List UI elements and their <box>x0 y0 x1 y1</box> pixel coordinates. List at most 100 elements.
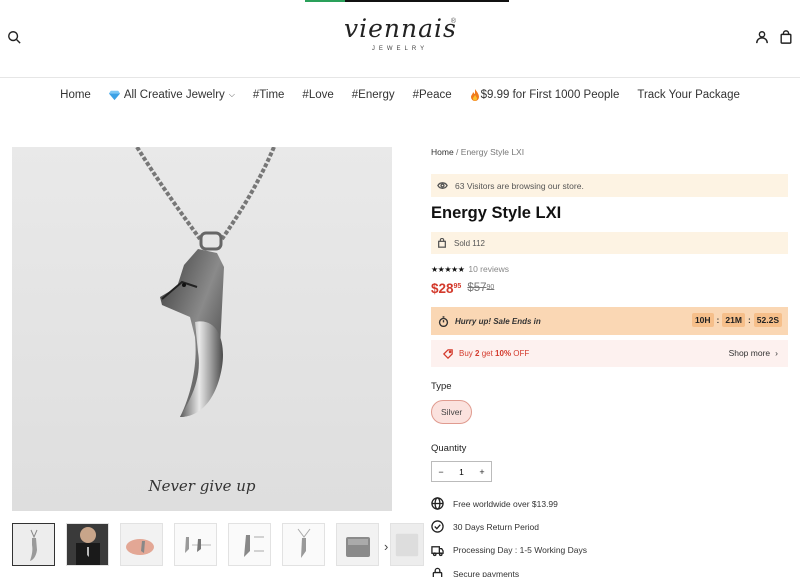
feature-secure-payments: Secure payments <box>431 562 788 577</box>
sale-price: $2895 <box>431 281 461 296</box>
logo-wordmark: viennais <box>344 14 457 43</box>
truck-icon <box>431 545 444 556</box>
image-caption: Never give up <box>148 477 256 495</box>
lock-icon <box>432 567 443 577</box>
nav-label: #Peace <box>412 89 452 101</box>
stopwatch-icon <box>438 315 449 327</box>
logo-registered-mark: ® <box>450 18 456 25</box>
offer-percent: 10% <box>495 349 512 358</box>
nav-item-love[interactable]: #Love <box>302 89 333 101</box>
breadcrumb-home[interactable]: Home <box>431 147 454 157</box>
nav-label: #Love <box>302 89 334 101</box>
shop-more-label: Shop more <box>728 348 771 358</box>
logo-subtitle: JEWELRY <box>371 46 429 52</box>
countdown-timer: 10H : 21M : 52.2S <box>691 313 782 327</box>
sale-price-cents: 95 <box>453 283 462 290</box>
eye-icon <box>437 182 448 189</box>
thumbnail-8[interactable] <box>390 523 424 566</box>
thumbnail-1[interactable] <box>12 523 55 566</box>
thumbnail-4[interactable] <box>174 523 217 566</box>
price-row: $2895 $5790 <box>431 281 788 303</box>
nav-label: $9.99 for First 1000 People <box>480 89 620 101</box>
chevron-right-icon: › <box>775 348 778 358</box>
original-price-main: $57 <box>467 282 487 294</box>
type-label: Type <box>431 381 452 392</box>
bundle-offer-banner[interactable]: Buy 2 get 10% OFF Shop more › <box>431 340 788 367</box>
product-info-panel: Home / Energy Style LXI 63 Visitors are … <box>431 147 788 577</box>
chevron-right-icon[interactable]: › <box>384 539 388 554</box>
visitors-text: 63 Visitors are browsing our store. <box>455 180 584 191</box>
original-price-cents: 90 <box>486 284 495 291</box>
nav-item-home[interactable]: Home <box>60 89 91 101</box>
sold-count-banner: Sold 112 <box>431 232 788 254</box>
nav-item-first-1000-offer[interactable]: $9.99 for First 1000 People <box>470 89 620 101</box>
thumbnail-5[interactable] <box>228 523 271 566</box>
quantity-increase-button[interactable]: + <box>473 467 491 477</box>
offer-text-middle: get <box>479 349 496 358</box>
sale-price-main: $28 <box>431 281 454 296</box>
feature-free-shipping: Free worldwide over $13.99 <box>431 492 788 515</box>
nav-item-peace[interactable]: #Peace <box>413 89 452 101</box>
gem-icon <box>108 90 120 100</box>
account-icon[interactable] <box>753 28 771 46</box>
offer-text: Buy 2 get 10% OFF <box>459 349 529 358</box>
search-icon[interactable] <box>5 28 23 46</box>
timer-seconds: 52.2S <box>753 313 782 327</box>
nav-item-energy[interactable]: #Energy <box>352 89 395 101</box>
nav-label: #Energy <box>351 89 395 101</box>
feature-returns: 30 Days Return Period <box>431 515 788 538</box>
nav-label: All Creative Jewelry <box>123 89 225 101</box>
site-header: viennais ® JEWELRY <box>0 0 800 78</box>
nav-label: Home <box>60 89 91 101</box>
chevron-down-icon: ⌵ <box>228 90 235 99</box>
feature-text: Free worldwide over $13.99 <box>453 498 558 509</box>
quantity-stepper: − + <box>431 461 492 482</box>
breadcrumb-separator: / <box>453 147 461 157</box>
quantity-input[interactable] <box>450 466 473 477</box>
thumbnail-2[interactable] <box>66 523 109 566</box>
reviews-count[interactable]: 10 reviews <box>468 264 509 274</box>
sale-countdown-banner: Hurry up! Sale Ends in 10H : 21M : 52.2S <box>431 307 788 335</box>
thumbnail-3[interactable] <box>120 523 163 566</box>
feature-processing: Processing Day : 1-5 Working Days <box>431 539 788 562</box>
breadcrumb: Home / Energy Style LXI <box>431 147 788 159</box>
product-main-image[interactable]: Never give up <box>12 147 392 511</box>
quantity-label: Quantity <box>431 443 467 454</box>
sold-text: Sold 112 <box>454 238 485 248</box>
feature-list: Free worldwide over $13.99 30 Days Retur… <box>431 492 788 577</box>
feature-text: Secure payments <box>453 568 520 577</box>
site-logo[interactable]: viennais ® JEWELRY <box>344 14 456 54</box>
shop-more-link[interactable]: Shop more › <box>729 348 778 358</box>
breadcrumb-current: Energy Style LXI <box>460 147 525 157</box>
shopping-bag-icon <box>438 238 446 248</box>
nav-label: #Time <box>252 89 285 101</box>
top-progress-strip <box>305 0 509 2</box>
sale-ends-text: Hurry up! Sale Ends in <box>455 316 541 326</box>
cart-icon[interactable] <box>777 28 795 46</box>
quantity-decrease-button[interactable]: − <box>432 467 450 477</box>
variant-silver-button[interactable]: Silver <box>431 400 473 424</box>
thumbnail-strip <box>12 523 424 566</box>
nav-item-time[interactable]: #Time <box>253 89 285 101</box>
offer-text-suffix: OFF <box>511 349 530 358</box>
rating-row[interactable]: ★★★★★ 10 reviews <box>431 262 788 276</box>
timer-separator: : <box>716 315 720 325</box>
flame-icon <box>470 89 479 101</box>
globe-icon <box>431 497 444 510</box>
nav-label: Track Your Package <box>637 89 740 101</box>
product-title: Energy Style LXI <box>431 204 562 222</box>
timer-separator: : <box>747 315 751 325</box>
thumbnail-6[interactable] <box>282 523 325 566</box>
feature-text: 30 Days Return Period <box>453 521 539 532</box>
timer-minutes: 21M <box>722 313 745 327</box>
rating-stars: ★★★★★ <box>431 264 465 274</box>
check-circle-icon <box>431 520 444 534</box>
main-nav: Home All Creative Jewelry ⌵ #Time #Love … <box>0 82 800 108</box>
visitors-banner: 63 Visitors are browsing our store. <box>431 174 788 197</box>
nav-item-track-package[interactable]: Track Your Package <box>637 89 740 101</box>
nav-item-all-creative-jewelry[interactable]: All Creative Jewelry ⌵ <box>108 89 235 101</box>
timer-hours: 10H <box>691 313 714 327</box>
feature-text: Processing Day : 1-5 Working Days <box>453 545 588 556</box>
thumbnail-7[interactable] <box>336 523 379 566</box>
offer-text-prefix: Buy <box>459 349 476 358</box>
